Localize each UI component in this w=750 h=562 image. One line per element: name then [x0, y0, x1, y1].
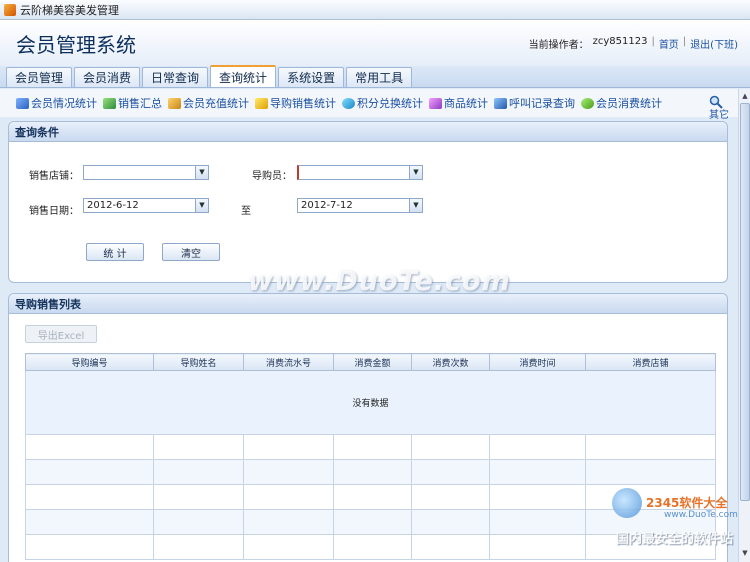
separator: | — [682, 36, 687, 47]
tab-query-statistics[interactable]: 查询统计 — [210, 65, 277, 87]
home-link[interactable]: 首页 — [659, 36, 679, 51]
tab-common-tools[interactable]: 常用工具 — [346, 67, 413, 87]
watermark-url: www.DuoTe.com — [664, 510, 738, 520]
system-title: 会员管理系统 — [16, 33, 136, 57]
tab-member-management[interactable]: 会员管理 — [6, 67, 73, 87]
subtool-points-exchange-stats[interactable]: 积分兑换统计 — [342, 95, 423, 111]
table-row — [25, 509, 716, 535]
store-label: 销售店铺： — [29, 171, 79, 182]
tab-system-settings[interactable]: 系统设置 — [278, 67, 345, 87]
vertical-scrollbar[interactable]: ▲ ▼ — [738, 89, 750, 562]
subtool-more[interactable]: 其它 — [709, 111, 739, 121]
subtool-recharge-stats[interactable]: 会员充值统计 — [168, 95, 249, 111]
empty-message: 没有数据 — [25, 370, 716, 435]
date-from-picker[interactable]: 2012-6-12 ▼ — [83, 198, 209, 213]
watermark-brand: 2345软件大全 — [646, 496, 728, 510]
bar-chart-icon — [103, 97, 116, 109]
column-header[interactable]: 导购编号 — [25, 353, 154, 371]
chart-icon — [16, 97, 29, 109]
to-label: 至 — [241, 206, 251, 217]
operator-name: zcy851123 — [592, 36, 648, 47]
clear-button[interactable]: 清空 — [162, 243, 220, 261]
chevron-down-icon[interactable]: ▼ — [195, 199, 208, 212]
scroll-up-icon[interactable]: ▲ — [740, 90, 750, 102]
exchange-icon — [342, 97, 355, 109]
logout-link[interactable]: 退出(下班) — [690, 36, 738, 51]
date-from-value: 2012-6-12 — [87, 200, 139, 211]
window-title: 云阶梯美容美发管理 — [20, 3, 119, 17]
app-header: 会员管理系统 当前操作者： zcy851123 | 首页 | 退出(下班) — [0, 20, 750, 66]
chevron-down-icon[interactable]: ▼ — [195, 166, 208, 179]
export-excel-button[interactable]: 导出Excel — [25, 325, 97, 343]
column-header[interactable]: 导购姓名 — [153, 353, 244, 371]
date-to-value: 2012-7-12 — [301, 200, 353, 211]
tab-member-consumption[interactable]: 会员消费 — [74, 67, 141, 87]
guide-select[interactable]: ▼ — [297, 165, 423, 180]
table-header-row: 导购编号 导购姓名 消费流水号 消费金额 消费次数 消费时间 消费店铺 — [25, 353, 716, 371]
coins-icon — [168, 97, 181, 109]
chevron-down-icon[interactable]: ▼ — [409, 166, 422, 179]
tab-daily-query[interactable]: 日常查询 — [142, 67, 209, 87]
call-icon — [494, 97, 507, 109]
consume-icon — [581, 97, 594, 109]
watermark-logo-icon — [612, 488, 642, 518]
column-header[interactable]: 消费店铺 — [585, 353, 716, 371]
scrollbar-thumb[interactable] — [740, 103, 750, 501]
separator: | — [651, 36, 655, 47]
column-header[interactable]: 消费次数 — [411, 353, 490, 371]
goods-icon — [429, 97, 442, 109]
subtool-member-stats[interactable]: 会员情况统计 — [16, 95, 97, 111]
subtool-guide-sales-stats[interactable]: 导购销售统计 — [255, 95, 336, 111]
subtool-consumption-stats[interactable]: 会员消费统计 — [581, 95, 662, 111]
column-header[interactable]: 消费金额 — [333, 353, 412, 371]
column-header[interactable]: 消费流水号 — [243, 353, 334, 371]
guide-sales-list-panel: 导购销售列表 导出Excel 导购编号 导购姓名 消费流水号 消费金额 消费次数… — [8, 293, 728, 562]
table-row — [25, 534, 716, 560]
main-tabs: 会员管理 会员消费 日常查询 查询统计 系统设置 常用工具 — [0, 65, 750, 88]
guide-sales-table: 导购编号 导购姓名 消费流水号 消费金额 消费次数 消费时间 消费店铺 没有数据 — [25, 353, 716, 560]
magnifier-icon[interactable] — [709, 95, 723, 109]
guide-label: 导购员： — [252, 171, 292, 182]
table-row — [25, 459, 716, 485]
guide-icon — [255, 97, 268, 109]
date-label: 销售日期： — [29, 206, 79, 217]
subtool-sales-summary[interactable]: 销售汇总 — [103, 95, 162, 111]
scroll-down-icon[interactable]: ▼ — [740, 547, 750, 559]
watermark-slogan: 国内最安全的软件站 — [616, 532, 734, 547]
empty-row: 没有数据 — [25, 370, 716, 435]
watermark-text: www.DuoTe.com — [248, 266, 511, 297]
column-header[interactable]: 消费时间 — [489, 353, 586, 371]
sub-toolbar: 会员情况统计 销售汇总 会员充值统计 导购销售统计 积分兑换统计 商品统计 呼叫… — [0, 89, 738, 117]
subtool-goods-stats[interactable]: 商品统计 — [429, 95, 488, 111]
window-titlebar: 云阶梯美容美发管理 — [0, 0, 750, 20]
store-select[interactable]: ▼ — [83, 165, 209, 180]
date-to-picker[interactable]: 2012-7-12 ▼ — [297, 198, 423, 213]
query-panel-title: 查询条件 — [9, 122, 727, 142]
stat-button[interactable]: 统 计 — [86, 243, 144, 261]
header-user-bar: 当前操作者： zcy851123 | 首页 | 退出(下班) — [529, 36, 738, 51]
list-panel-title: 导购销售列表 — [9, 294, 727, 314]
app-icon — [4, 3, 16, 16]
operator-label: 当前操作者： — [528, 40, 589, 51]
subtool-call-records[interactable]: 呼叫记录查询 — [494, 95, 575, 111]
table-row — [25, 434, 716, 460]
chevron-down-icon[interactable]: ▼ — [409, 199, 422, 212]
query-panel: 查询条件 销售店铺： ▼ 导购员： ▼ 销售日期： 2012-6-12 ▼ 至 … — [8, 121, 728, 283]
